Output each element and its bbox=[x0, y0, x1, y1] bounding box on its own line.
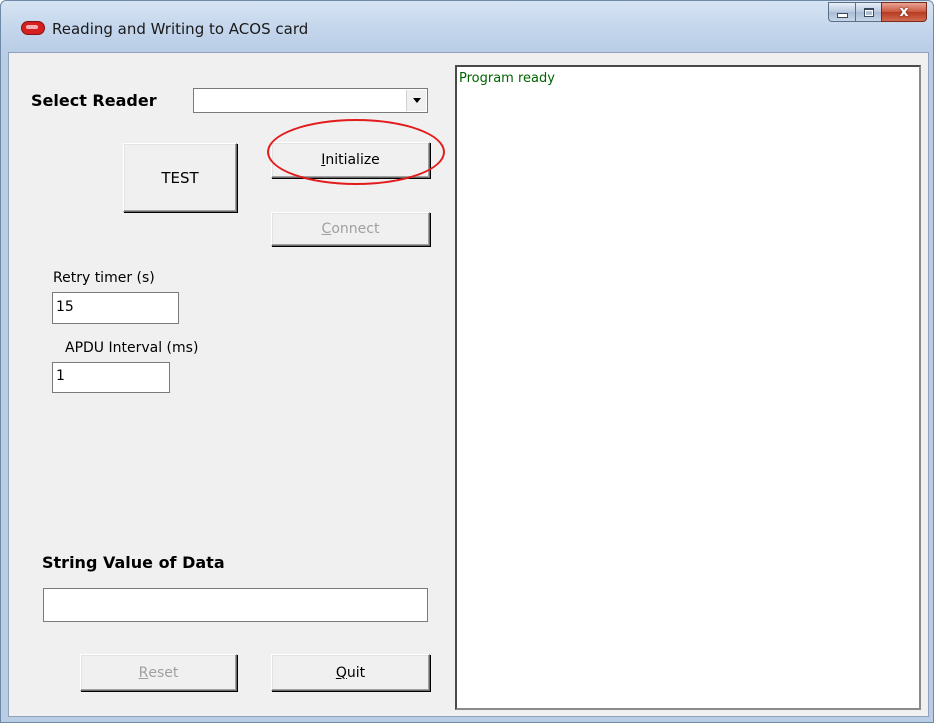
retry-timer-input[interactable]: 15 bbox=[52, 292, 179, 324]
log-line: Program ready bbox=[459, 71, 555, 86]
quit-accel: Q bbox=[335, 664, 347, 681]
connect-button[interactable]: Connect bbox=[271, 212, 430, 246]
connect-accel: C bbox=[321, 221, 332, 237]
reset-label: eset bbox=[148, 664, 179, 681]
apdu-interval-input[interactable]: 1 bbox=[52, 362, 170, 393]
string-value-input[interactable] bbox=[43, 588, 428, 622]
acs-logo-icon bbox=[21, 21, 45, 35]
minimize-icon bbox=[836, 12, 848, 18]
close-button[interactable]: x bbox=[881, 2, 927, 22]
retry-timer-label: Retry timer (s) bbox=[53, 270, 155, 286]
test-button[interactable]: TEST bbox=[123, 143, 237, 212]
test-button-label: TEST bbox=[161, 168, 199, 187]
connect-label: onnect bbox=[331, 221, 380, 237]
maximize-icon bbox=[863, 7, 874, 17]
title-bar[interactable]: Reading and Writing to ACOS card x bbox=[1, 1, 933, 51]
window-title: Reading and Writing to ACOS card bbox=[52, 20, 309, 38]
reader-select[interactable] bbox=[193, 88, 428, 113]
window-controls: x bbox=[828, 2, 927, 23]
client-area: Select Reader TEST Initialize Connect Re… bbox=[8, 52, 929, 717]
string-value-label: String Value of Data bbox=[42, 553, 225, 572]
initialize-label: nitialize bbox=[325, 152, 380, 168]
apdu-interval-label: APDU Interval (ms) bbox=[65, 340, 199, 356]
reset-accel: R bbox=[138, 664, 149, 681]
chevron-down-icon bbox=[412, 98, 421, 103]
maximize-button[interactable] bbox=[855, 2, 881, 22]
log-output[interactable]: Program ready bbox=[455, 65, 921, 710]
select-reader-label: Select Reader bbox=[31, 91, 157, 110]
quit-button[interactable]: Quit bbox=[271, 654, 430, 691]
app-window: Reading and Writing to ACOS card x Selec… bbox=[0, 0, 934, 723]
reset-button[interactable]: Reset bbox=[80, 654, 237, 691]
close-icon: x bbox=[899, 4, 909, 20]
minimize-button[interactable] bbox=[828, 2, 855, 22]
initialize-button[interactable]: Initialize bbox=[271, 142, 430, 178]
reader-select-dropdown-button[interactable] bbox=[406, 90, 426, 111]
quit-label: uit bbox=[346, 664, 366, 681]
